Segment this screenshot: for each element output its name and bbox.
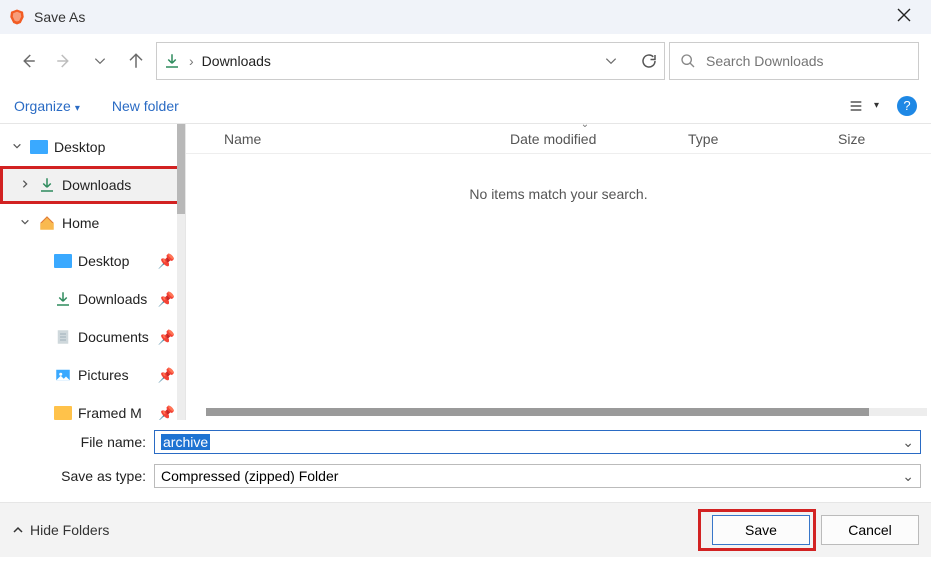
file-list: Name ⌄Date modified Type Size No items m…: [186, 124, 931, 420]
tree-scrollbar[interactable]: [177, 124, 185, 420]
save-type-field[interactable]: Compressed (zipped) Folder ⌄: [154, 464, 921, 488]
tree-item-home[interactable]: Home: [0, 204, 185, 242]
pictures-icon: [54, 366, 72, 384]
chevron-up-icon: [12, 524, 24, 536]
chevron-right-icon: [20, 179, 30, 189]
file-name-label: File name:: [10, 434, 154, 450]
desktop-icon: [30, 140, 48, 154]
document-icon: [54, 328, 72, 346]
chevron-down-icon[interactable]: [604, 54, 618, 68]
pin-icon: 📌: [158, 405, 175, 421]
new-folder-button[interactable]: New folder: [112, 98, 179, 114]
refresh-icon[interactable]: [640, 52, 658, 70]
nav-recent-button[interactable]: [84, 45, 116, 77]
pin-icon: 📌: [158, 253, 175, 270]
empty-list-message: No items match your search.: [186, 186, 931, 202]
column-name[interactable]: Name: [186, 131, 496, 147]
view-menu[interactable]: ▾: [848, 98, 879, 114]
arrow-right-icon: [55, 52, 73, 70]
caret-down-icon: ▾: [75, 103, 80, 114]
close-button[interactable]: [885, 4, 923, 31]
tree-item-home-desktop[interactable]: Desktop 📌: [0, 242, 185, 280]
caret-down-icon: ▾: [874, 100, 879, 111]
breadcrumb[interactable]: › Downloads: [156, 42, 665, 80]
save-button[interactable]: Save: [712, 515, 810, 545]
help-button[interactable]: ?: [897, 96, 917, 116]
organize-menu[interactable]: Organize▾: [14, 98, 80, 114]
download-icon: [54, 290, 72, 308]
search-box[interactable]: [669, 42, 919, 80]
column-headers: Name ⌄Date modified Type Size: [186, 124, 931, 154]
tree-item-home-framed[interactable]: Framed M 📌: [0, 394, 185, 420]
breadcrumb-location[interactable]: Downloads: [202, 53, 271, 69]
chevron-down-icon[interactable]: ⌄: [902, 434, 914, 451]
column-size[interactable]: Size: [824, 131, 931, 147]
search-icon: [680, 53, 696, 69]
folder-icon: [54, 406, 72, 420]
cancel-button[interactable]: Cancel: [821, 515, 919, 545]
file-name-field[interactable]: archive ⌄: [154, 430, 921, 454]
pin-icon: 📌: [158, 329, 175, 346]
pin-icon: 📌: [158, 291, 175, 308]
tree-item-desktop[interactable]: Desktop: [0, 128, 185, 166]
desktop-icon: [54, 254, 72, 268]
nav-up-button[interactable]: [120, 45, 152, 77]
chevron-down-icon: [93, 54, 107, 68]
nav-forward-button[interactable]: [48, 45, 80, 77]
hide-folders-button[interactable]: Hide Folders: [12, 522, 109, 538]
search-input[interactable]: [706, 53, 908, 69]
save-type-label: Save as type:: [10, 468, 154, 484]
home-icon: [38, 214, 56, 232]
download-icon: [38, 176, 56, 194]
pin-icon: 📌: [158, 367, 175, 384]
breadcrumb-separator-icon: ›: [189, 53, 194, 69]
window-title: Save As: [34, 9, 85, 25]
chevron-down-icon: [20, 217, 30, 227]
column-type[interactable]: Type: [674, 131, 824, 147]
column-date-modified[interactable]: ⌄Date modified: [496, 131, 674, 147]
chevron-down-icon[interactable]: ⌄: [902, 468, 914, 485]
tree-item-downloads[interactable]: Downloads: [0, 166, 185, 204]
tree-item-home-downloads[interactable]: Downloads 📌: [0, 280, 185, 318]
nav-back-button[interactable]: [12, 45, 44, 77]
arrow-left-icon: [19, 52, 37, 70]
file-name-value[interactable]: archive: [161, 434, 210, 450]
tree-item-home-pictures[interactable]: Pictures 📌: [0, 356, 185, 394]
list-view-icon: [848, 98, 864, 114]
folder-tree: Desktop Downloads Home Desktop 📌 Downloa…: [0, 124, 186, 420]
tree-item-home-documents[interactable]: Documents 📌: [0, 318, 185, 356]
download-folder-icon: [163, 52, 181, 70]
arrow-up-icon: [127, 52, 145, 70]
close-icon: [897, 8, 911, 22]
brave-logo-icon: [8, 8, 26, 26]
sort-indicator-icon: ⌄: [581, 119, 589, 130]
chevron-down-icon: [12, 141, 22, 151]
save-type-value: Compressed (zipped) Folder: [161, 468, 338, 484]
list-hscrollbar[interactable]: [206, 408, 927, 416]
